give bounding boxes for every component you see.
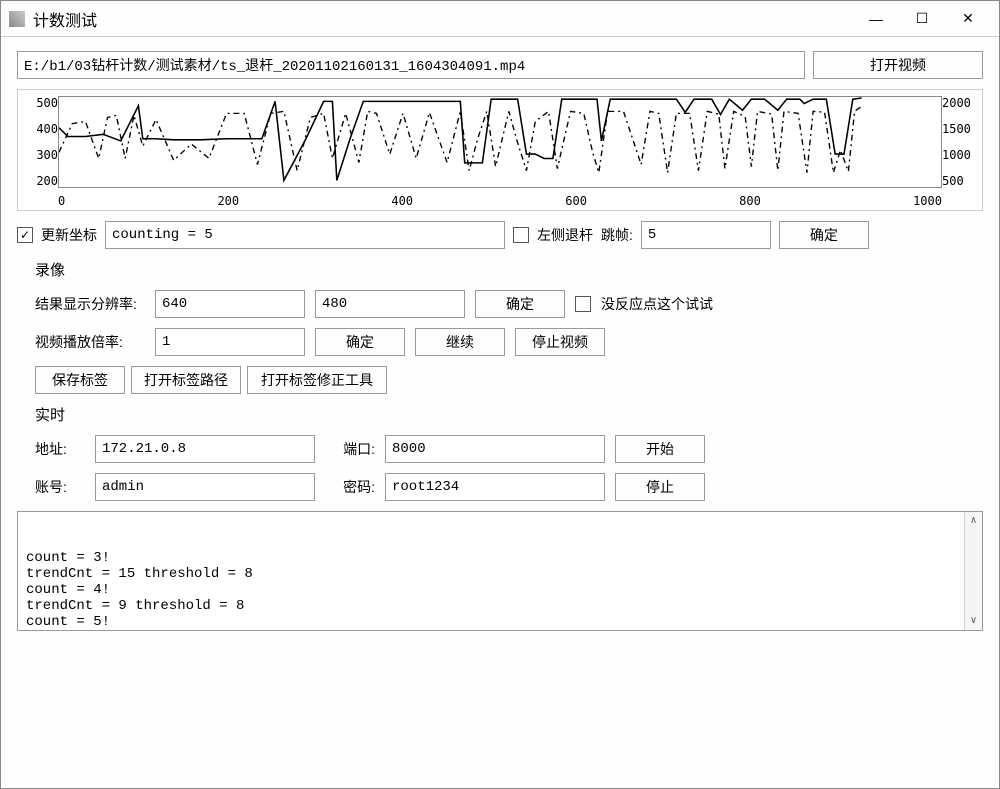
log-text: count = 3! trendCnt = 15 threshold = 8 c… <box>26 550 974 630</box>
playrate-label: 视频播放倍率: <box>35 332 145 352</box>
options-confirm-button[interactable]: 确定 <box>779 221 869 249</box>
playrate-confirm-button[interactable]: 确定 <box>315 328 405 356</box>
counting-input[interactable] <box>105 221 505 249</box>
close-button[interactable]: ✕ <box>945 4 991 34</box>
realtime-stop-button[interactable]: 停止 <box>615 473 705 501</box>
log-output[interactable]: count = 3! trendCnt = 15 threshold = 8 c… <box>17 511 983 631</box>
addr-label: 地址: <box>35 439 85 459</box>
playrate-row: 视频播放倍率: 确定 继续 停止视频 <box>17 328 983 356</box>
file-path-input[interactable] <box>17 51 805 79</box>
acct-label: 账号: <box>35 477 85 497</box>
y-axis-left: 500 400 300 200 <box>20 96 58 188</box>
y-axis-right: 2000 1500 1000 500 <box>942 96 980 188</box>
label-buttons-row: 保存标签 打开标签路径 打开标签修正工具 <box>17 366 983 394</box>
port-label: 端口: <box>325 439 375 459</box>
resolution-row: 结果显示分辨率: 确定 没反应点这个试试 <box>17 290 983 318</box>
left-retreat-checkbox[interactable] <box>513 227 529 243</box>
no-response-label: 没反应点这个试试 <box>601 294 713 314</box>
left-retreat-label: 左侧退杆 <box>537 225 593 245</box>
update-coords-label: 更新坐标 <box>41 225 97 245</box>
titlebar: 计数测试 — ☐ ✕ <box>1 1 999 37</box>
chart-plot-area <box>58 96 942 188</box>
acct-input[interactable] <box>95 473 315 501</box>
x-axis: 0 200 400 600 800 1000 <box>58 194 942 208</box>
open-label-path-button[interactable]: 打开标签路径 <box>131 366 241 394</box>
minimize-button[interactable]: — <box>853 4 899 34</box>
save-label-button[interactable]: 保存标签 <box>35 366 125 394</box>
scroll-up-icon[interactable]: ∧ <box>965 512 982 530</box>
log-scrollbar[interactable]: ∧ ∨ <box>964 512 982 630</box>
realtime-start-button[interactable]: 开始 <box>615 435 705 463</box>
skip-frame-input[interactable] <box>641 221 771 249</box>
continue-button[interactable]: 继续 <box>415 328 505 356</box>
res-height-input[interactable] <box>315 290 465 318</box>
open-video-button[interactable]: 打开视频 <box>813 51 983 79</box>
res-width-input[interactable] <box>155 290 305 318</box>
skip-frame-label: 跳帧: <box>601 225 633 245</box>
no-response-checkbox[interactable] <box>575 296 591 312</box>
app-window: 计数测试 — ☐ ✕ 打开视频 500 400 300 200 2000 150… <box>0 0 1000 789</box>
app-icon <box>9 11 25 27</box>
pwd-input[interactable] <box>385 473 605 501</box>
realtime-addr-row: 地址: 端口: 开始 <box>17 435 983 463</box>
realtime-section-label: 实时 <box>17 404 983 425</box>
realtime-acct-row: 账号: 密码: 停止 <box>17 473 983 501</box>
pwd-label: 密码: <box>325 477 375 497</box>
update-coords-checkbox[interactable] <box>17 227 33 243</box>
scroll-down-icon[interactable]: ∨ <box>965 612 982 630</box>
options-row: 更新坐标 左侧退杆 跳帧: 确定 <box>17 221 983 249</box>
recording-section-label: 录像 <box>17 259 983 280</box>
chart: 500 400 300 200 2000 1500 1000 500 0 200… <box>17 89 983 211</box>
port-input[interactable] <box>385 435 605 463</box>
open-fix-tool-button[interactable]: 打开标签修正工具 <box>247 366 387 394</box>
addr-input[interactable] <box>95 435 315 463</box>
resolution-confirm-button[interactable]: 确定 <box>475 290 565 318</box>
playrate-input[interactable] <box>155 328 305 356</box>
file-row: 打开视频 <box>17 51 983 79</box>
stop-video-button[interactable]: 停止视频 <box>515 328 605 356</box>
window-title: 计数测试 <box>33 7 97 31</box>
resolution-label: 结果显示分辨率: <box>35 294 145 314</box>
maximize-button[interactable]: ☐ <box>899 4 945 34</box>
